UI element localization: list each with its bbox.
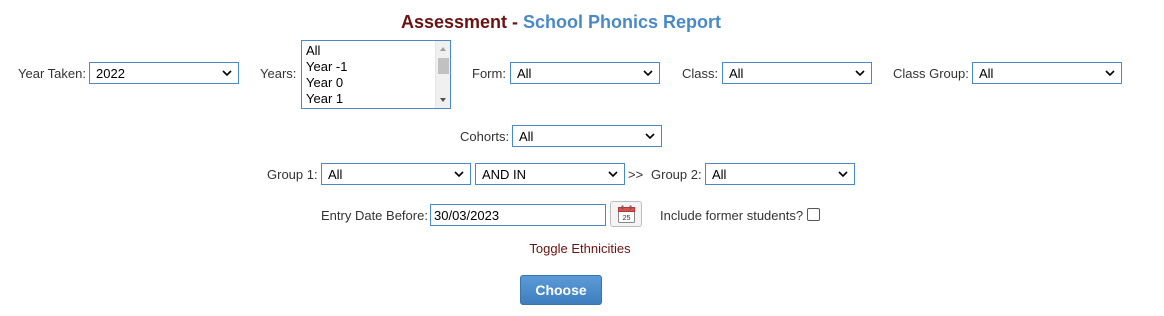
entry-date-label: Entry Date Before: — [321, 208, 428, 223]
form-label: Form: — [472, 66, 506, 81]
group1-select[interactable]: All — [321, 163, 471, 185]
chevron-down-icon — [855, 70, 865, 77]
class-group-select[interactable]: All — [972, 62, 1122, 84]
years-label: Years: — [260, 66, 297, 81]
form-value: All — [517, 66, 532, 81]
operator-select[interactable]: AND IN — [475, 163, 625, 185]
years-option[interactable]: Year -1 — [302, 59, 450, 75]
scroll-up-icon[interactable] — [439, 45, 447, 53]
group2-label: Group 2: — [651, 167, 702, 182]
year-taken-value: 2022 — [96, 66, 125, 81]
years-scrollbar[interactable] — [435, 41, 450, 108]
arrows-text: >> — [628, 167, 644, 182]
years-option[interactable]: Year 1 — [302, 91, 450, 107]
group2-value: All — [712, 167, 727, 182]
scroll-down-icon[interactable] — [439, 96, 447, 104]
form-select[interactable]: All — [510, 62, 660, 84]
chevron-down-icon — [454, 171, 464, 178]
group1-label: Group 1: — [267, 167, 318, 182]
include-former-checkbox[interactable] — [807, 208, 820, 221]
chevron-down-icon — [838, 171, 848, 178]
chevron-down-icon — [1105, 70, 1115, 77]
cohorts-select[interactable]: All — [512, 125, 662, 147]
group1-value: All — [328, 167, 343, 182]
chevron-down-icon — [645, 133, 655, 140]
calendar-icon: 25 — [618, 205, 635, 223]
page-title: Assessment - School Phonics Report — [0, 12, 1122, 33]
chevron-down-icon — [222, 70, 232, 77]
operator-value: AND IN — [482, 167, 527, 182]
page-title-separator: - — [507, 12, 524, 32]
chevron-down-icon — [643, 70, 653, 77]
year-taken-select[interactable]: 2022 — [89, 62, 239, 84]
page-title-main: Assessment — [400, 12, 508, 32]
chevron-down-icon — [608, 171, 618, 178]
scrollbar-thumb[interactable] — [438, 58, 449, 74]
cohorts-label: Cohorts: — [460, 129, 510, 144]
years-option[interactable]: All — [302, 43, 450, 59]
page-title-sub: School Phonics Report — [523, 12, 722, 32]
cohorts-value: All — [519, 129, 534, 144]
calendar-day: 25 — [623, 215, 631, 222]
entry-date-input[interactable]: 30/03/2023 — [430, 204, 606, 226]
calendar-button[interactable]: 25 — [610, 201, 642, 227]
group2-select[interactable]: All — [705, 163, 855, 185]
class-group-value: All — [979, 66, 994, 81]
class-group-label: Class Group: — [893, 66, 969, 81]
include-former-label: Include former students? — [660, 208, 804, 223]
class-value: All — [729, 66, 744, 81]
year-taken-label: Year Taken: — [18, 66, 86, 81]
years-option[interactable]: Year 0 — [302, 75, 450, 91]
class-select[interactable]: All — [722, 62, 872, 84]
toggle-ethnicities-link[interactable]: Toggle Ethnicities — [0, 241, 1160, 256]
class-label: Class: — [682, 66, 719, 81]
choose-button[interactable]: Choose — [520, 275, 602, 305]
years-listbox[interactable]: All Year -1 Year 0 Year 1 — [301, 40, 451, 109]
